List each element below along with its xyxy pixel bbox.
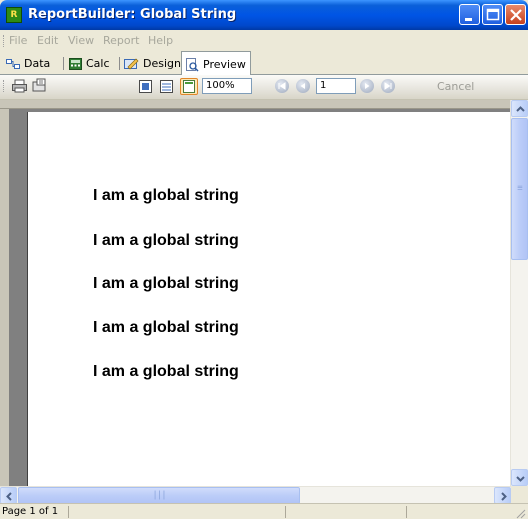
tab-separator (63, 57, 64, 70)
menu-edit[interactable]: Edit (37, 34, 58, 48)
export-icon (32, 78, 46, 92)
scroll-right-button[interactable] (494, 487, 511, 504)
tab-calc[interactable]: Calc (69, 54, 110, 73)
report-text-line: I am a global string (93, 232, 239, 249)
scroll-up-button[interactable] (511, 100, 528, 117)
minimize-button[interactable] (459, 4, 480, 25)
chevron-down-icon (516, 476, 525, 482)
tab-separator (119, 57, 120, 70)
scroll-down-button[interactable] (511, 469, 528, 486)
toolbar-grip (3, 80, 6, 92)
first-page-icon (278, 82, 286, 90)
horizontal-ruler (0, 100, 510, 109)
calc-icon (69, 58, 82, 70)
tab-bar: Data Calc Design Preview (0, 51, 528, 75)
vertical-ruler (0, 109, 9, 486)
menu-grip (3, 35, 6, 47)
report-builder-window: R ReportBuilder: Global String File Edit… (0, 0, 528, 519)
thumb-grip: ||| (152, 490, 166, 500)
chevron-up-icon (516, 106, 525, 112)
maximize-icon (486, 8, 500, 21)
report-text-line: I am a global string (93, 275, 239, 292)
close-icon (510, 9, 522, 21)
export-button[interactable] (31, 78, 49, 95)
tab-design[interactable]: Design (124, 54, 181, 73)
status-divider (285, 506, 286, 518)
whole-page-icon (139, 80, 152, 93)
tab-data-label: Data (24, 57, 51, 70)
previous-page-button[interactable] (296, 79, 310, 93)
actual-size-button[interactable] (180, 78, 198, 95)
report-page: I am a global string I am a global strin… (27, 112, 512, 486)
scroll-left-button[interactable] (0, 487, 17, 504)
actual-size-icon (183, 80, 195, 93)
page-width-button[interactable] (158, 78, 176, 95)
report-text-line: I am a global string (93, 187, 239, 204)
vertical-scroll-thumb[interactable]: ≡ (511, 118, 528, 260)
resize-grip-icon[interactable] (514, 507, 526, 519)
status-divider (68, 506, 69, 518)
tab-preview-label: Preview (203, 58, 246, 71)
page-status-text: Page 1 of 1 (2, 506, 59, 517)
horizontal-scrollbar[interactable]: ||| (0, 486, 511, 504)
preview-icon (186, 58, 199, 72)
menu-view[interactable]: View (68, 34, 94, 48)
tab-calc-label: Calc (86, 57, 110, 70)
menu-bar: File Edit View Report Help (0, 30, 528, 52)
next-page-icon (365, 83, 370, 89)
design-icon (124, 58, 139, 70)
report-text-line: I am a global string (93, 319, 239, 336)
print-button[interactable] (11, 78, 29, 95)
window-title: ReportBuilder: Global String (28, 7, 237, 22)
tab-design-label: Design (143, 57, 181, 70)
scroll-corner (511, 486, 528, 503)
app-icon: R (6, 7, 22, 23)
print-icon (12, 79, 27, 93)
menu-help[interactable]: Help (148, 34, 173, 48)
status-bar: Page 1 of 1 (0, 503, 528, 519)
report-text-line: I am a global string (93, 363, 239, 380)
first-page-button[interactable] (275, 79, 289, 93)
zoom-input[interactable]: 100% (202, 78, 252, 94)
thumb-grip: ≡ (517, 183, 523, 194)
previous-page-icon (300, 83, 305, 89)
last-page-button[interactable] (381, 79, 395, 93)
data-icon (6, 59, 20, 69)
cancel-button[interactable]: Cancel (437, 78, 474, 95)
preview-area: I am a global string I am a global strin… (0, 100, 528, 486)
close-button[interactable] (505, 4, 526, 25)
tab-data[interactable]: Data (6, 54, 50, 73)
preview-toolbar: 100% 1 Cancel (0, 75, 528, 100)
menu-file[interactable]: File (9, 34, 27, 48)
minimize-icon (465, 18, 472, 21)
page-width-icon (160, 80, 173, 93)
status-divider (406, 506, 407, 518)
page-number-input[interactable]: 1 (316, 78, 356, 94)
vertical-scrollbar[interactable]: ≡ (510, 100, 528, 486)
tab-preview[interactable]: Preview (181, 51, 251, 75)
next-page-button[interactable] (360, 79, 374, 93)
menu-report[interactable]: Report (103, 34, 139, 48)
maximize-button[interactable] (482, 4, 503, 25)
whole-page-button[interactable] (137, 78, 155, 95)
horizontal-scroll-thumb[interactable]: ||| (18, 487, 300, 504)
last-page-icon (384, 82, 392, 90)
title-bar[interactable]: R ReportBuilder: Global String (0, 0, 528, 30)
